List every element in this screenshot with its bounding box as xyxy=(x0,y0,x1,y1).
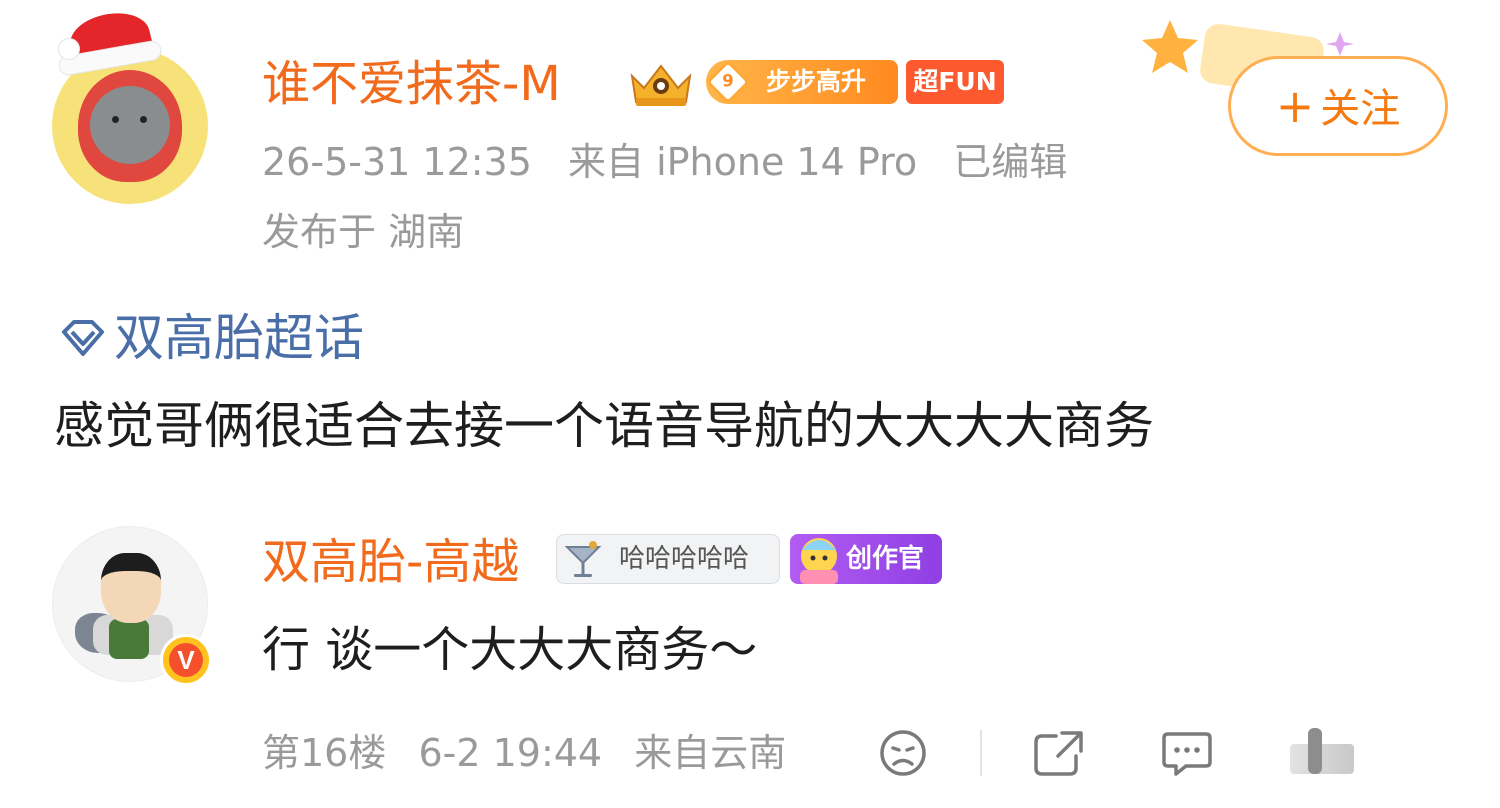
topic-text: 双高胎超话 xyxy=(114,309,364,367)
reply-time: 6-2 19:44 xyxy=(418,731,603,775)
cat-face xyxy=(90,86,170,164)
reply-source: 来自云南 xyxy=(634,731,787,775)
follow-label: 关注 xyxy=(1320,86,1401,132)
cat-left-eye xyxy=(112,116,119,123)
santa-hat-icon xyxy=(57,5,168,78)
weibo-comment-page: 谁不爱抹茶-M 9 步步高升 超FUN 26-5-31 12:35 来自 iPh… xyxy=(0,0,1500,808)
post-meta: 26-5-31 12:35 来自 iPhone 14 Pro 已编辑 xyxy=(262,136,1091,188)
verified-badge: V xyxy=(160,634,212,686)
cocktail-icon xyxy=(564,541,602,577)
post-time: 26-5-31 12:35 xyxy=(262,140,532,184)
diamond-topic-icon xyxy=(62,320,104,356)
comment-icon[interactable] xyxy=(1160,728,1214,778)
post-source: 来自 iPhone 14 Pro xyxy=(568,140,918,184)
reply-content: 行 谈一个大大大商务～ xyxy=(262,622,758,678)
level-badge[interactable]: 9 步步高升 xyxy=(706,60,898,104)
post-location: 发布于 湖南 xyxy=(262,210,465,254)
post-edited[interactable]: 已编辑 xyxy=(953,140,1067,184)
creator-badge-label: 创作官 xyxy=(846,544,925,574)
plus-icon: + xyxy=(1275,79,1315,133)
share-icon[interactable] xyxy=(1032,728,1086,778)
dislike-face-icon[interactable] xyxy=(876,728,930,778)
follow-button[interactable]: + 关注 xyxy=(1228,56,1448,156)
santa-hat-ball xyxy=(58,38,80,60)
fan-badge[interactable]: 哈哈哈哈哈 xyxy=(556,534,780,584)
verified-v-icon: V xyxy=(169,643,203,677)
level-number-icon: 9 xyxy=(706,60,750,104)
fun-badge[interactable]: 超FUN xyxy=(906,60,1004,104)
character-head xyxy=(101,553,161,623)
action-divider xyxy=(980,730,982,776)
creator-badge[interactable]: 创作官 xyxy=(790,534,942,584)
post-content: 感觉哥俩很适合去接一个语音导航的大大大大商务 xyxy=(54,397,1154,455)
reply-floor: 第16楼 xyxy=(262,731,387,775)
level-label: 步步高升 xyxy=(766,67,867,96)
fan-badge-label: 哈哈哈哈哈 xyxy=(619,544,750,574)
like-thumb-shape xyxy=(1308,728,1322,774)
post-author-name[interactable]: 谁不爱抹茶-M xyxy=(262,52,561,116)
like-icon[interactable] xyxy=(1290,744,1354,774)
post-author-avatar[interactable] xyxy=(52,5,208,204)
topic-link[interactable]: 双高胎超话 xyxy=(58,306,364,370)
crown-icon xyxy=(630,64,692,106)
creator-mascot-icon xyxy=(800,538,838,584)
level-number: 9 xyxy=(722,72,734,91)
reply-meta: 第16楼 6-2 19:44 来自云南 xyxy=(262,726,806,780)
reply-author-name[interactable]: 双高胎-高越 xyxy=(262,530,519,594)
character-belt xyxy=(109,619,149,659)
cat-right-eye xyxy=(140,116,147,123)
